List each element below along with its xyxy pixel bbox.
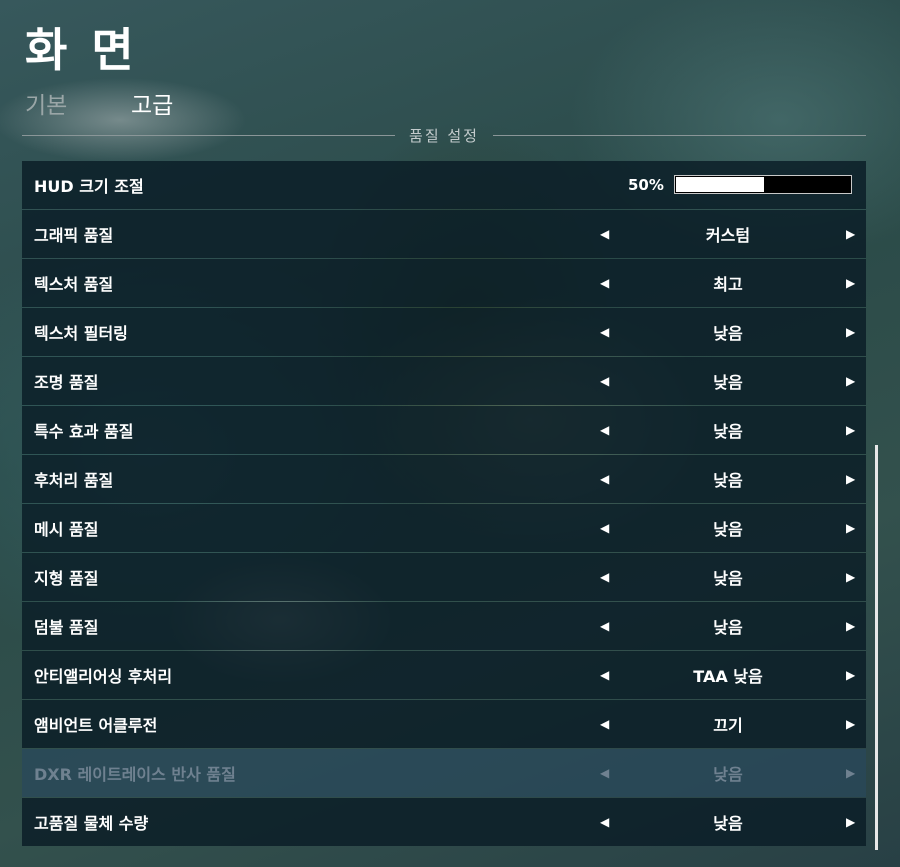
setting-value: 낮음 <box>713 765 743 784</box>
setting-label: 텍스처 필터링 <box>34 324 128 343</box>
setting-value: 낮음 <box>713 618 743 637</box>
setting-label: 그래픽 품질 <box>34 226 114 245</box>
settings-list: HUD 크기 조절 50% 그래픽 품질 ◀ 커스텀 ▶ 텍스처 품질 ◀ 최고 ▶ 텍스처 필… <box>22 161 866 847</box>
caret-right-icon[interactable]: ▶ <box>846 570 855 584</box>
setting-value: TAA 낮음 <box>693 667 763 686</box>
caret-left-icon[interactable]: ◀ <box>600 619 609 633</box>
caret-left-icon: ◀ <box>600 766 610 780</box>
caret-left-icon[interactable]: ◀ <box>600 668 609 682</box>
setting-row[interactable]: 고품질 물체 수량 ◀ 낮음 ▶ <box>22 798 866 846</box>
hud-scale-slider-fill <box>676 177 764 192</box>
caret-left-icon[interactable]: ◀ <box>600 472 609 486</box>
setting-value: 낮음 <box>713 814 743 833</box>
setting-label: DXR 레이트레이스 반사 품질 <box>34 765 236 784</box>
hud-scale-slider[interactable] <box>674 175 852 194</box>
setting-row[interactable]: 안티앨리어싱 후처리 ◀ TAA 낮음 ▶ <box>22 651 866 699</box>
section-title: 품질 설정 <box>409 126 479 145</box>
caret-right-icon[interactable]: ▶ <box>846 325 855 339</box>
setting-label: 특수 효과 품질 <box>34 422 134 441</box>
setting-row-hud-scale[interactable]: HUD 크기 조절 50% <box>22 161 866 209</box>
setting-label: 지형 품질 <box>34 569 99 588</box>
caret-left-icon[interactable]: ◀ <box>600 570 609 584</box>
caret-right-icon[interactable]: ▶ <box>846 619 855 633</box>
setting-row[interactable]: 특수 효과 품질 ◀ 낮음 ▶ <box>22 406 866 454</box>
caret-left-icon[interactable]: ◀ <box>600 374 609 388</box>
caret-left-icon[interactable]: ◀ <box>600 227 609 241</box>
setting-label: 후처리 품질 <box>34 471 114 490</box>
setting-row[interactable]: 텍스처 필터링 ◀ 낮음 ▶ <box>22 308 866 356</box>
caret-left-icon[interactable]: ◀ <box>600 325 609 339</box>
setting-value: 낮음 <box>713 422 743 441</box>
setting-label: 덤불 품질 <box>34 618 99 637</box>
section-header: 품질 설정 <box>22 124 866 146</box>
caret-right-icon[interactable]: ▶ <box>846 227 855 241</box>
setting-label: 앰비언트 어클루전 <box>34 716 158 735</box>
caret-right-icon[interactable]: ▶ <box>846 668 855 682</box>
caret-left-icon[interactable]: ◀ <box>600 276 609 290</box>
setting-value: 최고 <box>713 275 743 294</box>
caret-right-icon[interactable]: ▶ <box>846 472 855 486</box>
setting-row: DXR 레이트레이스 반사 품질 ◀ 낮음 ▶ <box>22 749 866 797</box>
setting-label: 텍스처 품질 <box>34 275 114 294</box>
section-divider-right <box>492 134 866 136</box>
setting-row[interactable]: 지형 품질 ◀ 낮음 ▶ <box>22 553 866 601</box>
setting-label: 안티앨리어싱 후처리 <box>34 667 173 686</box>
caret-left-icon[interactable]: ◀ <box>600 717 609 731</box>
setting-row[interactable]: 앰비언트 어클루전 ◀ 끄기 ▶ <box>22 700 866 748</box>
caret-left-icon[interactable]: ◀ <box>600 521 609 535</box>
setting-label: 조명 품질 <box>34 373 99 392</box>
section-divider-left <box>22 134 396 136</box>
scrollbar[interactable] <box>875 445 878 850</box>
caret-right-icon[interactable]: ▶ <box>846 521 855 535</box>
caret-right-icon[interactable]: ▶ <box>846 276 855 290</box>
caret-right-icon[interactable]: ▶ <box>846 717 855 731</box>
page-title: 화 면 <box>25 23 138 77</box>
hud-scale-percent: 50% <box>628 176 664 194</box>
setting-value: 낮음 <box>713 324 743 343</box>
setting-value: 끄기 <box>713 716 743 735</box>
caret-right-icon[interactable]: ▶ <box>846 815 855 829</box>
setting-label: 고품질 물체 수량 <box>34 814 149 833</box>
setting-value: 낮음 <box>713 373 743 392</box>
setting-row[interactable]: 텍스처 품질 ◀ 최고 ▶ <box>22 259 866 307</box>
setting-row[interactable]: 조명 품질 ◀ 낮음 ▶ <box>22 357 866 405</box>
setting-value: 낮음 <box>713 520 743 539</box>
tab-basic[interactable]: 기본 <box>25 86 131 120</box>
caret-right-icon[interactable]: ▶ <box>846 374 855 388</box>
tab-advanced[interactable]: 고급 <box>131 86 173 120</box>
caret-left-icon[interactable]: ◀ <box>600 815 609 829</box>
setting-row[interactable]: 덤불 품질 ◀ 낮음 ▶ <box>22 602 866 650</box>
setting-label: HUD 크기 조절 <box>34 177 144 196</box>
setting-label: 메시 품질 <box>34 520 99 539</box>
tab-bar: 기본 고급 <box>25 86 173 120</box>
caret-right-icon: ▶ <box>846 766 856 780</box>
caret-right-icon[interactable]: ▶ <box>846 423 855 437</box>
setting-row[interactable]: 후처리 품질 ◀ 낮음 ▶ <box>22 455 866 503</box>
setting-row[interactable]: 메시 품질 ◀ 낮음 ▶ <box>22 504 866 552</box>
setting-row[interactable]: 그래픽 품질 ◀ 커스텀 ▶ <box>22 210 866 258</box>
setting-value: 낮음 <box>713 471 743 490</box>
setting-value: 커스텀 <box>705 226 751 245</box>
caret-left-icon[interactable]: ◀ <box>600 423 609 437</box>
setting-value: 낮음 <box>713 569 743 588</box>
